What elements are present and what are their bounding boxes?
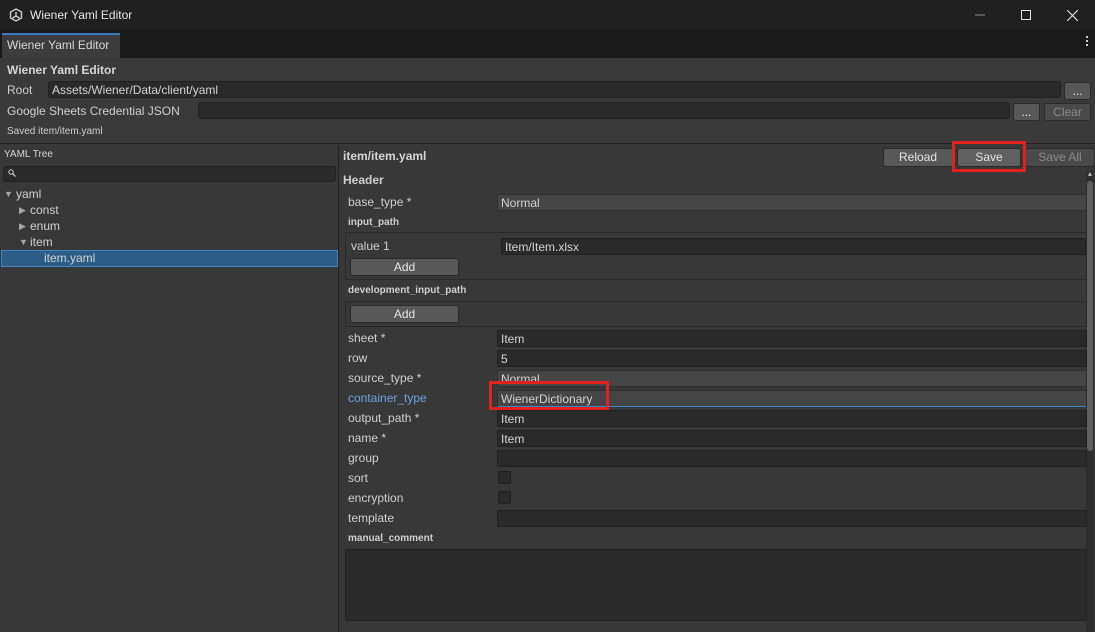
manual-comment-textarea[interactable] (345, 549, 1087, 621)
tree-search-input[interactable] (3, 166, 336, 182)
base-type-label: base_type * (348, 195, 412, 209)
root-path-field[interactable]: Assets/Wiener/Data/client/yaml (48, 81, 1061, 98)
tree-item-label: const (30, 203, 59, 217)
tree-item-label: item (30, 235, 53, 249)
tree-item-label: yaml (16, 187, 42, 201)
tree-item-label: item.yaml (44, 251, 96, 265)
sheet-field[interactable]: Item (497, 330, 1087, 347)
container-type-highlight-box (489, 381, 609, 410)
section-header: Header (343, 173, 384, 187)
more-options-icon[interactable] (1084, 36, 1090, 46)
input-path-title: input_path (348, 217, 400, 228)
template-label: template (348, 511, 395, 525)
tab-wiener-yaml-editor[interactable]: Wiener Yaml Editor (2, 33, 120, 58)
file-title: item/item.yaml (343, 149, 427, 163)
sheet-label: sheet * (348, 331, 386, 345)
search-icon (8, 169, 16, 177)
root-label: Root (7, 83, 33, 97)
input-path-add-button[interactable]: Add (350, 258, 459, 276)
source-type-label: source_type * (348, 371, 422, 385)
close-button[interactable] (1049, 0, 1095, 30)
tree-item-label: enum (30, 219, 61, 233)
name-label: name * (348, 431, 387, 445)
sort-checkbox[interactable] (498, 471, 511, 484)
editor-header-panel: Wiener Yaml Editor Root Assets/Wiener/Da… (0, 58, 1095, 144)
base-type-dropdown[interactable]: Normal (497, 194, 1087, 211)
panel-title: Wiener Yaml Editor (7, 63, 117, 77)
maximize-icon (1021, 10, 1031, 20)
save-all-button[interactable]: Save All (1025, 148, 1095, 167)
vertical-scrollbar[interactable]: ▲ (1086, 171, 1094, 632)
row-label: row (348, 351, 368, 365)
dev-input-path-title: development_input_path (348, 285, 467, 296)
dev-input-path-list: Add (345, 301, 1087, 327)
yaml-tree-pane: YAML Tree ▼ yaml ▶ const ▶ enum ▼ item i… (0, 145, 339, 632)
encryption-checkbox[interactable] (498, 491, 511, 504)
yaml-editor-pane: item/item.yaml Reload Save Save All Head… (340, 145, 1095, 632)
root-browse-button[interactable]: ... (1064, 82, 1091, 100)
scroll-thumb[interactable] (1087, 181, 1093, 451)
manual-comment-title: manual_comment (348, 533, 434, 544)
name-field[interactable]: Item (497, 430, 1087, 447)
window-titlebar: Wiener Yaml Editor (0, 0, 1095, 30)
sort-label: sort (348, 471, 369, 485)
input-path-item-field[interactable]: Item/Item.xlsx (501, 238, 1086, 255)
template-field[interactable] (497, 510, 1087, 527)
input-path-item-label: value 1 (351, 239, 390, 253)
group-field[interactable] (497, 450, 1087, 467)
maximize-button[interactable] (1003, 0, 1049, 30)
encryption-label: encryption (348, 491, 404, 505)
minimize-button[interactable] (957, 0, 1003, 30)
credential-browse-button[interactable]: ... (1013, 103, 1040, 121)
tree-item-item-yaml[interactable]: item.yaml (1, 250, 338, 267)
chevron-right-icon[interactable]: ▶ (19, 203, 26, 218)
tab-strip: Wiener Yaml Editor (0, 30, 1095, 58)
scroll-up-icon[interactable]: ▲ (1086, 171, 1094, 179)
credential-label: Google Sheets Credential JSON (7, 104, 180, 118)
dev-input-path-add-button[interactable]: Add (350, 305, 459, 323)
save-highlight-box (952, 141, 1026, 172)
tree-title: YAML Tree (4, 149, 53, 160)
status-text: Saved item/item.yaml (7, 126, 103, 137)
output-path-label: output_path * (348, 411, 420, 425)
tree-item-yaml[interactable]: ▼ yaml (0, 187, 338, 203)
group-label: group (348, 451, 379, 465)
window-title: Wiener Yaml Editor (30, 8, 133, 22)
unity-logo-icon (9, 8, 23, 22)
chevron-down-icon[interactable]: ▼ (4, 187, 13, 202)
tree-item-const[interactable]: ▶ const (0, 203, 338, 219)
close-icon (1066, 9, 1078, 21)
clear-button[interactable]: Clear (1044, 103, 1091, 121)
input-path-list: value 1 Item/Item.xlsx Add (345, 232, 1087, 280)
chevron-right-icon[interactable]: ▶ (19, 219, 26, 234)
row-field[interactable]: 5 (497, 350, 1087, 367)
reload-button[interactable]: Reload (883, 148, 953, 167)
output-path-field[interactable]: Item (497, 410, 1087, 427)
tree-item-item[interactable]: ▼ item (0, 235, 338, 251)
tree-item-enum[interactable]: ▶ enum (0, 219, 338, 235)
minimize-icon (975, 14, 985, 16)
credential-json-field[interactable] (198, 102, 1010, 119)
chevron-down-icon[interactable]: ▼ (19, 235, 28, 250)
container-type-label: container_type (348, 391, 427, 405)
